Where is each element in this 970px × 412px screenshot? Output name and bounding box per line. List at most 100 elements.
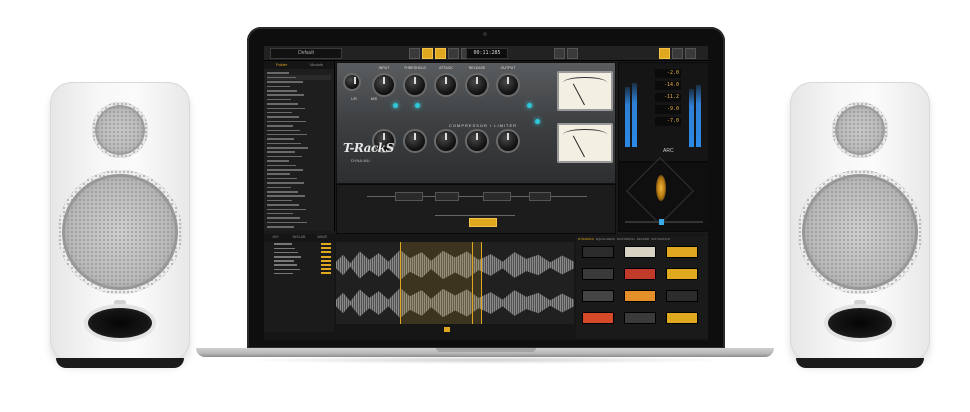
loop-button[interactable] xyxy=(435,48,446,59)
play-button[interactable] xyxy=(422,48,433,59)
browser-tabs: Folder Module xyxy=(264,61,334,69)
threshold-knob-top[interactable] xyxy=(405,75,425,95)
view-button-2[interactable] xyxy=(567,48,578,59)
bottom-panel: MIX MIXLAB WAVE DYNAMICS EQUALIZERS MAST… xyxy=(264,234,708,340)
knob-label-output: OUTPUT xyxy=(500,66,516,70)
release-knob-bottom[interactable] xyxy=(467,131,487,151)
right-woofer xyxy=(798,170,922,294)
song-list-row[interactable] xyxy=(264,313,334,317)
song-tag xyxy=(321,255,331,258)
preset-selector[interactable]: Default xyxy=(270,48,342,59)
module-tile[interactable] xyxy=(666,312,698,324)
tab-mastering[interactable]: MASTERING xyxy=(617,236,635,242)
tab-dynamics[interactable]: DYNAMICS xyxy=(578,236,594,242)
chain-slot-3[interactable] xyxy=(483,192,511,201)
compressor-plugin-panel: INPUT THRESHOLD ATTACK RELEASE OUTPUT L/… xyxy=(336,62,616,184)
settings-button[interactable] xyxy=(659,48,670,59)
waveform-action-button[interactable] xyxy=(444,327,450,332)
product-scene: Default 00:11:285 Folder Module INPUT TH… xyxy=(0,0,970,412)
rewind-button[interactable] xyxy=(409,48,420,59)
tab-module[interactable]: Module xyxy=(299,61,334,69)
input-knob-top[interactable] xyxy=(374,75,394,95)
mode-label: M/S xyxy=(370,97,378,101)
module-tile[interactable] xyxy=(582,290,614,302)
selected-region[interactable] xyxy=(400,242,482,324)
waveform-editor[interactable] xyxy=(336,242,574,324)
level-meters-panel: -2.0 -14.0 -11.2 -9.0 -7.0 ARC xyxy=(618,62,708,162)
tab-mixlab[interactable]: MIXLAB xyxy=(287,234,310,241)
release-knob-top[interactable] xyxy=(467,75,487,95)
module-tile[interactable] xyxy=(624,312,656,324)
attack-knob-top[interactable] xyxy=(436,75,456,95)
preset-list-row[interactable] xyxy=(267,225,331,229)
vu-meter-bottom xyxy=(557,123,613,163)
help-button[interactable] xyxy=(672,48,683,59)
tab-folder[interactable]: Folder xyxy=(264,61,299,69)
left-woofer xyxy=(58,170,182,294)
preset-list[interactable] xyxy=(264,69,334,231)
tab-saturation[interactable]: SATURATION xyxy=(651,236,670,242)
module-tabs: DYNAMICS EQUALIZERS MASTERING REVERB SAT… xyxy=(576,236,708,242)
output-knob-bottom[interactable] xyxy=(498,131,518,151)
tab-reverb[interactable]: REVERB xyxy=(637,236,649,242)
knob-label-input: INPUT xyxy=(378,66,390,70)
input-meter-left xyxy=(625,87,630,147)
right-tweeter xyxy=(832,102,888,158)
app-topbar: Default 00:11:285 xyxy=(264,46,708,61)
module-tile[interactable] xyxy=(582,268,614,280)
module-tile[interactable] xyxy=(666,290,698,302)
tab-wave[interactable]: WAVE xyxy=(311,234,334,241)
left-bass-port xyxy=(88,308,152,338)
laptop-opening-notch xyxy=(436,348,536,352)
signal-chain-router xyxy=(336,184,616,234)
module-tile[interactable] xyxy=(582,246,614,258)
laptop-camera xyxy=(483,32,487,36)
led-indicator-2 xyxy=(415,103,420,108)
attack-knob-bottom[interactable] xyxy=(436,131,456,151)
module-tile[interactable] xyxy=(624,290,656,302)
time-display: 00:11:285 xyxy=(466,48,508,59)
chain-slot-active[interactable] xyxy=(469,218,497,227)
stop-button[interactable] xyxy=(448,48,459,59)
chain-slot-2[interactable] xyxy=(435,192,459,201)
output-meter-right xyxy=(696,85,701,147)
song-list[interactable] xyxy=(264,242,334,332)
song-tag xyxy=(321,243,331,245)
balance-bar xyxy=(625,221,703,223)
right-speaker-logo xyxy=(854,300,866,305)
song-tag xyxy=(321,259,331,262)
chain-slot-4[interactable] xyxy=(529,192,551,201)
tab-equalizers[interactable]: EQUALIZERS xyxy=(596,236,615,242)
input-meter-right xyxy=(632,83,637,147)
power-knob[interactable] xyxy=(345,75,359,89)
app-screen: Default 00:11:285 Folder Module INPUT TH… xyxy=(264,46,708,340)
left-studio-monitor xyxy=(50,82,190,368)
balance-indicator[interactable] xyxy=(659,219,664,225)
readout-2: -14.0 xyxy=(655,81,681,90)
view-controls xyxy=(554,48,578,59)
stereo-scope xyxy=(618,157,708,232)
knob-label-threshold: THRESHOLD xyxy=(403,66,427,70)
settings-controls xyxy=(659,48,696,59)
left-tweeter xyxy=(92,102,148,158)
chain-line-branch xyxy=(435,215,515,216)
transport-controls xyxy=(409,48,472,59)
bottom-tabs: MIX MIXLAB WAVE xyxy=(264,234,334,241)
playhead[interactable] xyxy=(472,242,473,324)
chain-slot-1[interactable] xyxy=(395,192,423,201)
readout-5: -7.0 xyxy=(655,117,681,126)
readout-4: -9.0 xyxy=(655,105,681,114)
module-tile[interactable] xyxy=(624,246,656,258)
tab-mix[interactable]: MIX xyxy=(264,234,287,241)
output-knob-top[interactable] xyxy=(498,75,518,95)
power-button[interactable] xyxy=(685,48,696,59)
threshold-knob-bottom[interactable] xyxy=(405,131,425,151)
module-tile[interactable] xyxy=(666,268,698,280)
song-tag xyxy=(321,251,331,254)
module-tile[interactable] xyxy=(582,312,614,324)
arc-label: ARC xyxy=(663,148,674,154)
view-button-1[interactable] xyxy=(554,48,565,59)
module-tile[interactable] xyxy=(666,246,698,258)
scope-signal xyxy=(656,175,666,201)
module-tile[interactable] xyxy=(624,268,656,280)
